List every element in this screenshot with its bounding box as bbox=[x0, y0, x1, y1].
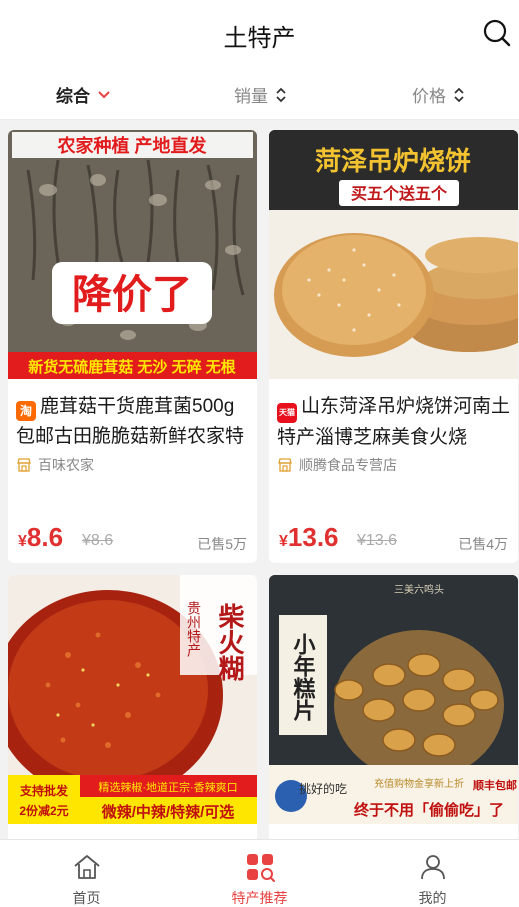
product-image[interactable]: 贵州特产 柴火糊 支持批发 2份减2元 精选辣椒·地道正宗·香辣爽口 微辣/中辣… bbox=[8, 575, 257, 824]
top-header: 土特产 bbox=[0, 0, 519, 66]
shop-info[interactable]: 百味农家 bbox=[16, 455, 94, 475]
sort-bar: 综合 销量 价格 bbox=[0, 66, 519, 120]
shop-icon bbox=[278, 458, 292, 472]
tab-label: 首页 bbox=[72, 890, 101, 906]
tab-label: 特产推荐 bbox=[231, 890, 288, 906]
user-icon bbox=[421, 855, 445, 880]
price: ¥8.6 bbox=[18, 522, 64, 552]
page-title: 土特产 bbox=[223, 25, 296, 52]
product-title: 山东菏泽吊炉烧饼河南土特产淄博芝麻美食火烧 bbox=[277, 396, 511, 448]
promo-text: 充值购物金享新上折 bbox=[374, 777, 464, 790]
product-card[interactable]: 贵州特产 柴火糊 支持批发 2份减2元 精选辣椒·地道正宗·香辣爽口 微辣/中辣… bbox=[8, 575, 257, 875]
tab-mine[interactable]: 我的 bbox=[346, 840, 519, 907]
brand-text: 柴火糊 bbox=[215, 603, 245, 682]
tab-home[interactable]: 首页 bbox=[0, 840, 173, 907]
product-image[interactable]: 三美六鸣头 小年糕片 挑好的吃 充值购物金享新上折 顺丰包邮 终于不用「偷偷吃」… bbox=[269, 575, 518, 824]
sort-updown-icon bbox=[454, 87, 464, 102]
product-title: 鹿茸菇干货鹿茸菌500g包邮古田脆脆菇新鲜农家特产 bbox=[16, 396, 245, 447]
title-text: 小年糕片 bbox=[291, 633, 316, 722]
price: ¥13.6 bbox=[279, 522, 339, 552]
grid-search-icon bbox=[247, 854, 275, 882]
bottom-tab-bar: 首页 特产推荐 我的 bbox=[0, 839, 519, 907]
overlay-text: 降价了 bbox=[72, 273, 192, 317]
taobao-icon: 淘 bbox=[16, 401, 36, 421]
tab-label: 我的 bbox=[418, 890, 447, 906]
tmall-icon: 天猫 bbox=[277, 403, 297, 423]
search-icon[interactable] bbox=[482, 18, 512, 48]
original-price: ¥13.6 bbox=[357, 532, 398, 549]
bottom-text: 终于不用「偷偷吃」了 bbox=[354, 801, 504, 819]
tag-text: 挑好的吃 bbox=[299, 781, 347, 796]
banner-text: 新货无硫鹿茸菇 无沙 无碎 无根 bbox=[28, 358, 236, 376]
sold-count: 已售5万 bbox=[197, 536, 247, 552]
chevron-down-icon bbox=[98, 90, 110, 98]
sold-count: 已售4万 bbox=[458, 536, 508, 552]
sort-label: 价格 bbox=[412, 87, 446, 106]
overlay-text: 买五个送五个 bbox=[351, 184, 448, 203]
shop-info[interactable]: 顺腾食品专营店 bbox=[277, 455, 397, 475]
shop-icon bbox=[17, 458, 31, 472]
shop-name: 百味农家 bbox=[38, 457, 94, 473]
sort-comprehensive[interactable]: 综合 bbox=[56, 82, 111, 107]
side-text: 贵州特产 bbox=[186, 601, 202, 658]
product-image[interactable]: 菏泽吊炉烧饼 买五个送五个 bbox=[269, 130, 518, 379]
product-card[interactable]: 菏泽吊炉烧饼 买五个送五个 天猫 山东菏泽吊炉烧饼河南土特产淄博芝麻美食火烧 顺… bbox=[269, 130, 518, 563]
tab-specialty[interactable]: 特产推荐 bbox=[173, 840, 346, 907]
brand-text: 三美六鸣头 bbox=[394, 583, 444, 596]
badge-text: 2份减2元 bbox=[19, 803, 68, 818]
product-card[interactable]: 农家种植 产地直发 降价了 新货无硫鹿茸菇 无沙 无碎 无根 淘鹿茸菇干货鹿茸菌… bbox=[8, 130, 257, 563]
product-card[interactable]: 三美六鸣头 小年糕片 挑好的吃 充值购物金享新上折 顺丰包邮 终于不用「偷偷吃」… bbox=[269, 575, 518, 875]
product-name[interactable]: 天猫 山东菏泽吊炉烧饼河南土特产淄博芝麻美食火烧 bbox=[277, 392, 511, 452]
product-name[interactable]: 淘鹿茸菇干货鹿茸菌500g包邮古田脆脆菇新鲜农家特产 bbox=[16, 392, 250, 452]
banner-text: 农家种植 产地直发 bbox=[56, 135, 207, 156]
product-image[interactable]: 农家种植 产地直发 降价了 新货无硫鹿茸菇 无沙 无碎 无根 bbox=[8, 130, 257, 379]
sort-label: 综合 bbox=[56, 87, 90, 106]
sort-price[interactable]: 价格 bbox=[412, 82, 465, 107]
strip-text: 精选辣椒·地道正宗·香辣爽口 bbox=[98, 780, 237, 794]
banner-text: 菏泽吊炉烧饼 bbox=[315, 146, 471, 176]
home-icon bbox=[74, 855, 100, 879]
shop-name: 顺腾食品专营店 bbox=[299, 457, 397, 473]
sort-sales[interactable]: 销量 bbox=[234, 82, 287, 107]
strip-text: 微辣/中辣/特辣/可选 bbox=[101, 803, 235, 821]
sort-updown-icon bbox=[276, 87, 286, 102]
sort-label: 销量 bbox=[234, 87, 268, 106]
ship-badge: 顺丰包邮 bbox=[473, 778, 517, 792]
badge-text: 支持批发 bbox=[19, 783, 69, 798]
original-price: ¥8.6 bbox=[82, 532, 114, 549]
